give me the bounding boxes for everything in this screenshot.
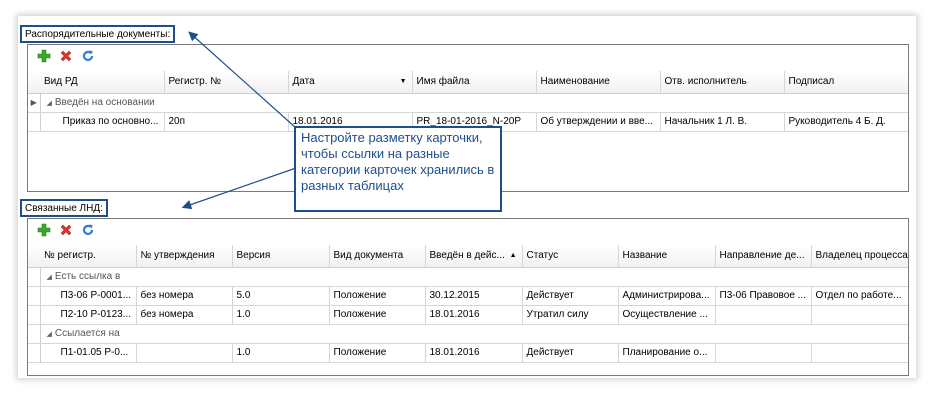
arrow-to-rd-label xyxy=(188,31,297,129)
arrow-to-lnd-label xyxy=(181,167,297,210)
hint-callout: Настройте разметку карточки, чтобы ссылк… xyxy=(294,126,502,212)
